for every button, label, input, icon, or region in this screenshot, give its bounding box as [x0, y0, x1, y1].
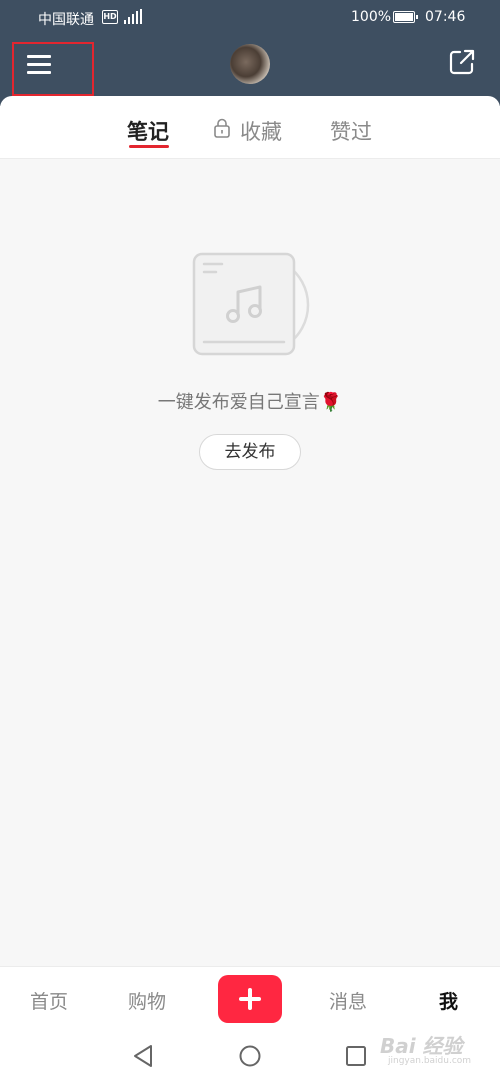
music-album-icon [192, 252, 310, 356]
nav-shopping[interactable]: 购物 [128, 987, 166, 1014]
home-circle-icon[interactable] [239, 1045, 261, 1067]
back-triangle-icon[interactable] [132, 1044, 154, 1068]
share-external-icon[interactable] [448, 48, 476, 76]
signal-icon [124, 9, 142, 24]
bottom-navigation: 首页 购物 消息 我 [0, 966, 500, 1033]
hd-badge: HD [102, 10, 118, 24]
menu-button[interactable] [12, 42, 94, 96]
tab-liked[interactable]: 赞过 [330, 116, 372, 146]
active-tab-underline [129, 145, 169, 148]
status-bar: 中国联通 HD 100% 07:46 [0, 0, 500, 34]
nav-me[interactable]: 我 [439, 987, 458, 1014]
battery-percent: 100% [351, 9, 392, 25]
tab-bar: 笔记 收藏 赞过 [0, 96, 500, 159]
empty-state-message: 一键发布爱自己宣言🌹 [157, 392, 343, 413]
top-header: 中国联通 HD 100% 07:46 [0, 0, 500, 106]
tab-favorites[interactable]: 收藏 [240, 116, 282, 146]
battery-icon [393, 11, 418, 23]
nav-home[interactable]: 首页 [30, 987, 68, 1014]
hamburger-menu-icon [27, 55, 51, 75]
create-post-button[interactable] [218, 975, 282, 1023]
avatar[interactable] [230, 44, 270, 84]
lock-icon [214, 118, 230, 138]
carrier-name: 中国联通 [38, 12, 94, 28]
watermark-subtitle: jingyan.baidu.com [388, 1056, 472, 1066]
nav-messages[interactable]: 消息 [329, 987, 367, 1014]
profile-page: 中国联通 HD 100% 07:46 笔记 收藏 赞过 一键发布爱自己宣言🌹 去… [0, 0, 500, 1083]
publish-button[interactable]: 去发布 [199, 434, 301, 470]
tab-notes[interactable]: 笔记 [127, 116, 169, 146]
watermark: Bai 经验 [380, 1034, 463, 1058]
recent-apps-square-icon[interactable] [345, 1045, 367, 1067]
clock-time: 07:46 [425, 9, 466, 25]
